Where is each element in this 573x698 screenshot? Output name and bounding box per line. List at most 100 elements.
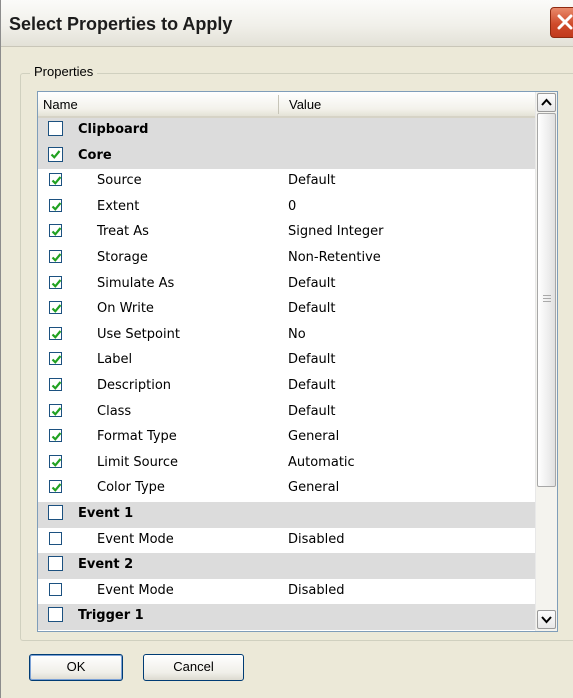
row-checkbox[interactable] [48,556,63,572]
row-checkbox[interactable] [49,403,62,417]
row-checkbox[interactable] [49,531,62,545]
checkmark-icon [51,176,62,186]
property-value: General [288,429,340,445]
checkmark-icon [50,149,61,159]
property-row[interactable]: Class Default [38,400,536,426]
checkmark-icon [51,432,62,442]
property-name: Treat As [97,224,149,240]
title-bar[interactable]: Select Properties to Apply [1,0,573,47]
scroll-down-button[interactable] [537,610,556,629]
row-checkbox[interactable] [48,504,63,520]
row-checkbox[interactable] [49,275,62,289]
scroll-thumb[interactable] [537,113,556,487]
thumb-grip [543,298,551,299]
vertical-scrollbar[interactable] [535,92,557,631]
column-header-name[interactable]: Name [43,97,78,112]
category-row[interactable]: Clipboard [38,118,536,144]
property-name: Use Setpoint [97,326,180,342]
properties-group-label: Properties [30,64,98,79]
property-value: Signed Integer [288,224,384,240]
close-button[interactable] [550,7,573,38]
checkmark-icon [51,483,62,493]
property-value: Default [288,403,336,419]
column-header-value[interactable]: Value [289,97,321,112]
row-checkbox[interactable] [49,301,62,315]
row-checkbox[interactable] [48,607,63,623]
property-row[interactable]: Simulate As Default [38,272,536,298]
scroll-up-button[interactable] [537,93,556,112]
property-value: General [288,480,340,496]
category-row[interactable]: Event 1 [38,501,536,528]
property-value: Disabled [288,531,345,547]
checkmark-icon [51,227,62,237]
row-checkbox[interactable] [49,326,62,340]
scroll-down-icon [541,616,552,624]
properties-list[interactable]: Name Value Clipboard Core Source Default Ext… [37,91,558,632]
thumb-grip [543,295,551,296]
property-row[interactable]: Treat As Signed Integer [38,220,536,246]
property-name: Limit Source [97,454,179,470]
property-row[interactable]: Use Setpoint No [38,323,536,349]
row-checkbox[interactable] [49,173,62,187]
property-row[interactable]: Event Mode Disabled [38,528,536,554]
row-checkbox[interactable] [49,224,62,238]
property-row[interactable]: Source Default [38,169,536,195]
checkmark-icon [51,406,62,416]
category-label: Clipboard [78,122,149,137]
dialog-title: Select Properties to Apply [9,14,233,34]
property-row[interactable]: Extent 0 [38,195,536,221]
row-checkbox[interactable] [49,377,62,391]
property-value: Default [288,173,336,189]
checkmark-icon [51,381,62,390]
property-name: Storage [97,249,148,265]
category-row[interactable]: Event 2 [38,553,536,579]
property-name: Format Type [97,429,177,445]
row-checkbox[interactable] [49,429,62,443]
property-row[interactable]: Event Mode Disabled [38,579,536,605]
property-name: On Write [97,301,154,317]
row-checkbox[interactable] [49,198,62,212]
property-value: Default [288,377,336,393]
checkmark-icon [51,253,62,262]
property-value: Non-Retentive [288,249,381,265]
category-row[interactable]: Core [38,143,536,170]
column-divider[interactable] [278,95,279,114]
property-name: Color Type [97,480,165,496]
property-name: Label [97,352,133,368]
dialog-window: Select Properties to Apply Properties Na… [0,0,573,698]
row-checkbox[interactable] [48,121,63,136]
row-checkbox[interactable] [49,480,62,494]
row-checkbox[interactable] [48,146,63,162]
checkmark-icon [51,202,62,211]
property-name: Description [97,377,172,393]
ok-button[interactable]: OK [29,654,123,681]
cancel-button[interactable]: Cancel [143,654,244,681]
category-label: Event 2 [78,557,134,573]
category-label: Event 1 [78,505,134,521]
row-checkbox[interactable] [49,582,62,596]
checkmark-icon [51,330,62,339]
property-value: 0 [288,198,297,214]
property-row[interactable]: Storage Non-Retentive [38,246,536,272]
property-name: Source [97,173,142,189]
thumb-grip [543,301,551,302]
column-header: Name Value [38,92,536,118]
property-value: Default [288,352,336,368]
property-name: Simulate As [97,275,175,291]
row-checkbox[interactable] [49,249,62,263]
row-checkbox[interactable] [49,454,62,468]
rows-container: Clipboard Core Source Default Extent 0 Treat A… [38,118,536,630]
row-checkbox[interactable] [49,352,62,366]
property-value: Default [288,275,336,291]
property-row[interactable]: Color Type General [38,476,536,502]
property-row[interactable]: Description Default [38,374,536,400]
property-value: Automatic [288,454,355,470]
property-row[interactable]: On Write Default [38,297,536,323]
property-row[interactable]: Limit Source Automatic [38,451,536,477]
close-icon [557,14,573,30]
property-value: No [288,326,306,342]
property-row[interactable]: Label Default [38,348,536,374]
property-row[interactable]: Format Type General [38,425,536,451]
category-label: Core [78,147,112,163]
category-row[interactable]: Trigger 1 [38,604,536,630]
